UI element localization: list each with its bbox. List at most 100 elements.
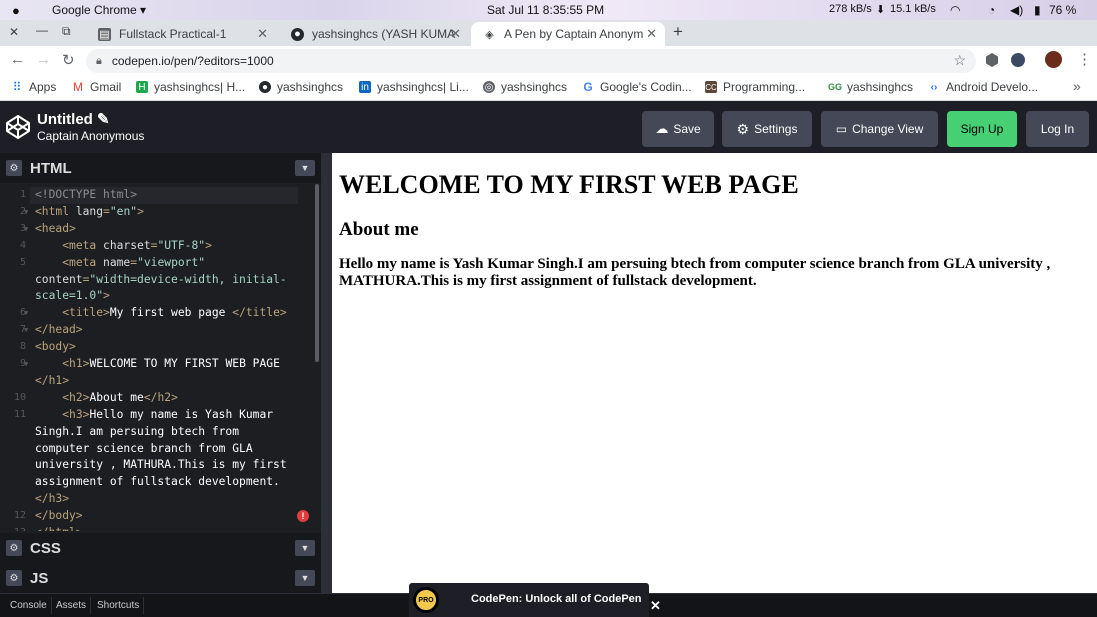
chevron-down-icon[interactable]: ▼ [295,570,315,586]
save-button[interactable]: ☁ Save [642,111,714,147]
error-icon[interactable]: ! [297,510,309,522]
close-tab-icon[interactable]: ✕ [646,26,657,42]
avatar[interactable] [1045,51,1062,68]
bookmark-github[interactable]: ● yashsinghcs [259,80,343,94]
tab-label: A Pen by Captain Anonym [504,27,644,41]
css-editor-header[interactable]: ⚙ CSS ▼ [0,533,321,563]
google-icon: G [583,80,593,94]
pen-title[interactable]: Untitled ✎ [37,110,110,128]
chevron-down-icon[interactable]: ▼ [295,160,315,176]
code-line: Singh.I am persuing btech from [35,424,240,438]
preview-h2: About me [339,219,419,240]
new-tab-icon[interactable]: + [673,22,683,42]
battery-level[interactable]: 76 % [1049,3,1076,17]
tab-codepen[interactable]: ◈ A Pen by Captain Anonym ✕ [471,22,665,46]
window-restore-icon[interactable]: ⧉ [62,24,71,39]
signup-button[interactable]: Sign Up [947,111,1017,147]
html-editor-label: HTML [30,159,72,177]
code-line: <title>My first web page </title> [62,306,287,320]
forward-icon[interactable]: → [36,51,51,68]
tab-fullstack[interactable]: ▤ Fullstack Practical-1 ✕ [86,22,276,46]
net-up: 278 kB/s [829,3,872,15]
codepen-icon: ◈ [485,28,494,41]
apple-icon[interactable]: ● [12,3,20,18]
html-code-editor[interactable]: 1 <!DOCTYPE html> 2 ▼ <html lang="en"> 3 ▼ <hea… [0,184,316,531]
login-button[interactable]: Log In [1026,111,1089,147]
fold-arrow-icon[interactable]: ▼ [24,326,28,334]
lock-file-icon: ▤ [98,27,111,41]
battery-icon[interactable]: ▮ [1034,3,1041,17]
window-minimize-icon[interactable]: — [36,23,48,37]
code-line: </h1> [35,373,70,387]
bookmark-linkedin[interactable]: in yashsinghcs| Li... [359,80,469,94]
line-number: 12 [13,510,26,522]
fold-arrow-icon[interactable]: ▼ [24,309,28,317]
change-view-button[interactable]: ▭ Change View [821,111,938,147]
code-line: <h2>About me</h2> [62,390,178,404]
tab-label: Fullstack Practical-1 [119,27,227,41]
wifi-icon[interactable]: ◠ [950,3,960,17]
back-icon[interactable]: ← [10,51,25,68]
more-menu-icon[interactable]: ⋮ [1077,50,1092,68]
code-line: assignment of fullstack development. [35,475,280,489]
line-number: 13 [6,527,26,531]
lock-icon[interactable]: 🔒︎ [96,55,102,68]
bookmark-star-icon[interactable]: ☆ [953,52,966,69]
close-tab-icon[interactable]: ✕ [450,26,461,42]
bookmark-web[interactable]: ◎ yashsinghcs [483,80,567,94]
tab-github[interactable]: ● yashsinghcs (YASH KUMA ✕ [279,22,469,46]
fold-arrow-icon[interactable]: ▼ [24,208,28,216]
assets-button[interactable]: Assets [52,597,92,614]
close-icon[interactable]: ✕ [650,598,661,614]
reload-icon[interactable]: ↻ [62,51,75,69]
volume-icon[interactable]: ◀) [1010,3,1023,17]
bookmark-apps[interactable]: ⠿ Apps [11,80,57,94]
html-settings-icon[interactable]: ⚙ [6,160,22,176]
bookmark-android[interactable]: ‹› Android Develo... [928,80,1038,94]
clock[interactable]: Sat Jul 11 8:35:55 PM [487,3,604,17]
bookmark-gmail[interactable]: M Gmail [72,80,121,94]
gmail-icon: M [73,80,83,94]
pane-resizer[interactable] [321,153,332,593]
close-tab-icon[interactable]: ✕ [257,26,268,42]
editor-scrollbar[interactable] [315,184,319,362]
code-line: </body> [35,509,83,523]
bookmark-geeksforgeeks[interactable]: GG yashsinghcs [828,80,913,94]
extension-profile-icon[interactable] [1011,53,1025,67]
js-settings-icon[interactable]: ⚙ [6,570,22,586]
more-bookmarks-icon[interactable]: » [1073,78,1081,94]
codechef-icon: CC [705,81,717,93]
shortcuts-button[interactable]: Shortcuts [93,597,145,614]
line-number: 5 [19,256,26,268]
bookmark-programming[interactable]: CC Programming... [705,80,805,94]
chevron-down-icon[interactable]: ▼ [295,540,315,556]
preview-h3: Hello my name is Yash Kumar Singh.I am p… [339,256,1051,289]
css-settings-icon[interactable]: ⚙ [6,540,22,556]
bookmark-hackerrank[interactable]: Hyashsinghcs| H... [136,80,245,94]
active-app-menu[interactable]: Google Chrome ▾ [52,3,146,17]
codepen-logo-icon[interactable] [5,114,31,140]
settings-button[interactable]: ⚙ Settings [722,111,812,147]
code-line: <h1>WELCOME TO MY FIRST WEB PAGE [62,357,280,370]
html-editor-header[interactable]: ⚙ HTML ▼ [0,153,321,183]
preview-pane: WELCOME TO MY FIRST WEB PAGE About me He… [332,153,1097,593]
hackerrank-icon: H [136,81,148,93]
window-close-icon[interactable]: ✕ [9,25,19,39]
js-editor-header[interactable]: ⚙ JS ▼ [0,563,321,593]
code-line: <meta charset="UTF-8"> [62,238,212,252]
fold-arrow-icon[interactable]: ▼ [24,360,28,368]
preview-h1: WELCOME TO MY FIRST WEB PAGE [339,170,799,199]
fold-arrow-icon[interactable]: ▼ [24,225,28,233]
address-bar[interactable]: 🔒︎ codepen.io/pen/?editors=1000 ☆ [86,49,976,73]
line-number: 7 [19,324,26,336]
globe-icon: ◎ [483,81,495,93]
tab-strip: ✕ — ⧉ ▤ Fullstack Practical-1 ✕ ● yashsi… [0,20,1097,46]
bookmark-google-coding[interactable]: G Google's Codin... [582,80,691,94]
pro-promo-banner[interactable]: PRO CodePen: Unlock all of CodePen [409,583,649,617]
extension-icon[interactable] [986,53,998,67]
wifi-status-icon[interactable]: ◔ [988,3,995,17]
pen-author[interactable]: Captain Anonymous [37,129,144,143]
code-line: <h3>Hello my name is Yash Kumar [62,407,274,421]
console-button[interactable]: Console [6,597,52,614]
os-menu-bar: ● Google Chrome ▾ Sat Jul 11 8:35:55 PM … [0,0,1097,20]
